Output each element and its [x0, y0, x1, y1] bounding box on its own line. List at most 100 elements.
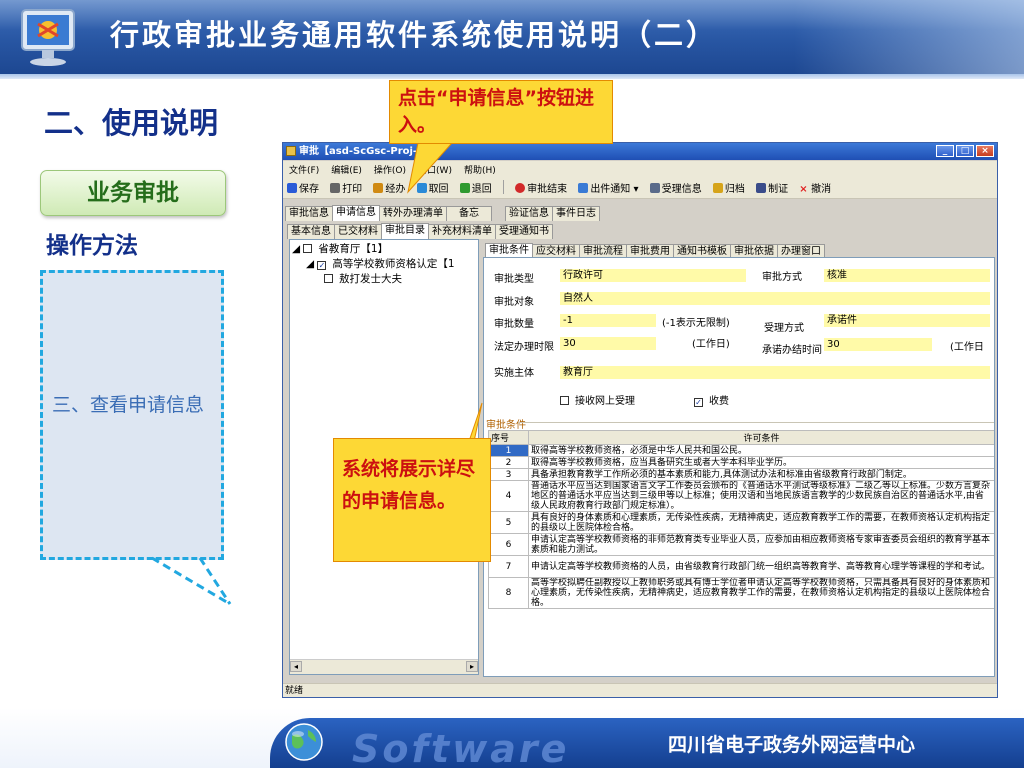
tab-verify-info[interactable]: 验证信息 — [505, 206, 553, 221]
accept-info-button[interactable]: 受理信息 — [646, 176, 706, 195]
online-accept-checkbox[interactable] — [560, 396, 569, 405]
tree-leaf-node[interactable]: 敖打发士大夫 — [292, 272, 455, 287]
save-icon — [287, 183, 297, 193]
archive-button[interactable]: 归档 — [709, 176, 749, 195]
certificate-button[interactable]: 制证 — [752, 176, 792, 195]
tab-acceptance-notice[interactable]: 受理通知书 — [495, 224, 553, 239]
slide-title: 行政审批业务通用软件系统使用说明（二） — [110, 18, 719, 52]
table-row[interactable]: 8 高等学校拟聘任副教授以上教师职务或具有博士学位者申请认定高等学校教师资格，只需… — [488, 577, 994, 609]
promise-time-field[interactable]: 30 — [824, 338, 932, 351]
print-button[interactable]: 打印 — [326, 176, 366, 195]
menu-file[interactable]: 文件(F) — [283, 161, 325, 176]
close-icon[interactable]: × — [976, 145, 994, 157]
approval-count-field[interactable]: -1 — [560, 314, 656, 327]
finish-approval-label: 审批结束 — [527, 184, 568, 195]
tree-leaf-label: 敖打发士大夫 — [339, 273, 402, 285]
row-condition: 申请认定高等学校教师资格的人员，由省级教育行政部门统一组织高等教育学、高等教育心… — [528, 555, 994, 578]
approval-window: 审批【asd-ScGsc-Proj-20 _ □ × 文件(F) 编辑(E) 操作(O)… — [282, 142, 998, 698]
table-row[interactable]: 1 取得高等学校教师资格，必须是中华人民共和国公民。 — [488, 444, 994, 457]
business-approval-pill: 业务审批 — [40, 170, 226, 216]
issue-notice-button[interactable]: 出件通知 ▾ — [574, 176, 642, 195]
tab-supplement-list[interactable]: 补充材料清单 — [428, 224, 496, 239]
row-condition: 取得高等学校教师资格，必须是中华人民共和国公民。 — [528, 444, 994, 457]
legal-time-unit: (工作日) — [692, 339, 730, 350]
scroll-right-icon[interactable]: ▸ — [466, 661, 478, 672]
save-label: 保存 — [299, 184, 319, 195]
notice-icon — [578, 183, 589, 193]
catalog-tree: ◢ 省教育厅【1】 ◢ ✓ 高等学校教师资格认定【1 敖打发士大夫 — [292, 242, 455, 287]
column-header-no[interactable]: 序号 — [488, 430, 529, 445]
tree-horizontal-scrollbar[interactable]: ◂ ▸ — [290, 659, 478, 674]
table-row[interactable]: 5 具有良好的身体素质和心理素质，无传染性疾病，无精神病史，适应教育教学工作的需要… — [488, 511, 994, 534]
table-row[interactable]: 2 取得高等学校教师资格，应当具备研究生或者大学本科毕业学历。 — [488, 456, 994, 469]
row-number: 4 — [488, 480, 529, 512]
archive-label: 归档 — [724, 184, 745, 195]
return-button[interactable]: 退回 — [456, 176, 496, 195]
conditions-group-label: 审批条件 — [486, 420, 526, 431]
online-accept-option[interactable]: 接收网上受理 — [560, 392, 635, 407]
save-button[interactable]: 保存 — [283, 176, 323, 195]
table-row[interactable]: 7 申请认定高等学校教师资格的人员，由省级教育行政部门统一组织高等教育学、高等教育… — [488, 555, 994, 578]
fee-label: 收费 — [709, 396, 729, 407]
tree-root-checkbox[interactable] — [303, 244, 313, 253]
approval-method-field[interactable]: 核准 — [824, 269, 990, 282]
tab-apply-info[interactable]: 申请信息 — [332, 205, 380, 221]
maximize-icon[interactable]: □ — [956, 145, 974, 157]
menu-edit[interactable]: 编辑(E) — [325, 161, 368, 176]
window-title: 审批【asd-ScGsc-Proj-20 — [299, 146, 432, 157]
tab-memo[interactable]: 备忘 — [446, 206, 492, 221]
approval-condition-panel: 审批类型 行政许可 审批方式 核准 审批对象 自然人 审批数量 -1 (-1表示… — [483, 257, 995, 677]
table-row[interactable]: 4 普通话水平应当达到国家语言文字工作委员会颁布的《普通话水平测试等级标准》二级乙… — [488, 480, 994, 512]
callout-detail-info: 系统将展示详尽的申请信息。 — [333, 438, 491, 562]
tab-approval-info[interactable]: 审批信息 — [285, 206, 333, 221]
retrieve-label: 取回 — [428, 184, 449, 195]
window-titlebar[interactable]: 审批【asd-ScGsc-Proj-20 _ □ × — [283, 143, 997, 160]
fee-option[interactable]: ✓ 收费 — [694, 392, 729, 407]
handle-icon — [373, 183, 384, 193]
tree-root-node[interactable]: ◢ 省教育厅【1】 — [292, 242, 455, 257]
online-accept-label: 接收网上受理 — [575, 396, 635, 407]
implementing-body-field[interactable]: 教育厅 — [560, 366, 990, 379]
footer-organization: 四川省电子政务外网运营中心 — [668, 734, 916, 756]
section-title: 二、使用说明 — [44, 106, 219, 140]
tree-child-checkbox[interactable]: ✓ — [317, 261, 327, 270]
scroll-left-icon[interactable]: ◂ — [290, 661, 302, 672]
accept-method-field[interactable]: 承诺件 — [824, 314, 990, 327]
fee-checkbox[interactable]: ✓ — [694, 398, 703, 407]
handle-button[interactable]: 经办 — [369, 176, 409, 195]
menu-operate[interactable]: 操作(O) — [368, 161, 412, 176]
row-condition: 具有良好的身体素质和心理素质，无传染性疾病，无精神病史，适应教育教学工作的需要，… — [528, 511, 994, 534]
tree-child-node[interactable]: ◢ ✓ 高等学校教师资格认定【1 — [292, 257, 455, 272]
note-tail-icon — [151, 556, 232, 606]
legal-time-label: 法定办理时限 — [494, 342, 554, 353]
tab-approval-catalog[interactable]: 审批目录 — [381, 223, 429, 239]
column-header-condition[interactable]: 许可条件 — [528, 430, 994, 445]
table-row[interactable]: 6 申请认定高等学校教师资格的非师范教育类专业毕业人员，应参加由相应教师资格专家审… — [488, 533, 994, 556]
issue-notice-label: 出件通知 — [590, 184, 631, 195]
table-row[interactable]: 3 具备承担教育教学工作所必须的基本素质和能力,具体测试办法和标准由省级教育行政部… — [488, 468, 994, 481]
approval-type-field[interactable]: 行政许可 — [560, 269, 746, 282]
step-note-text: 三、查看申请信息 — [52, 394, 205, 416]
retrieve-button[interactable]: 取回 — [413, 176, 453, 195]
menu-help[interactable]: 帮助(H) — [458, 161, 502, 176]
menu-window[interactable]: 窗口(W) — [412, 161, 458, 176]
tree-leaf-checkbox[interactable] — [324, 274, 333, 283]
tree-child-label: 高等学校教师资格认定【1 — [332, 258, 455, 270]
approval-object-label: 审批对象 — [494, 297, 534, 308]
row-condition: 申请认定高等学校教师资格的非师范教育类专业毕业人员，应参加由相应教师资格专家审查… — [528, 533, 994, 556]
tab-submitted-materials[interactable]: 已交材料 — [334, 224, 382, 239]
stop-icon — [515, 183, 526, 193]
header-divider — [0, 74, 1024, 79]
tab-basic-info[interactable]: 基本信息 — [287, 224, 335, 239]
minimize-icon[interactable]: _ — [936, 145, 954, 157]
implementing-body-label: 实施主体 — [494, 368, 534, 379]
row-number: 2 — [488, 456, 529, 469]
legal-time-field[interactable]: 30 — [560, 337, 656, 350]
tab-event-log[interactable]: 事件日志 — [552, 206, 600, 221]
tab-transfer-list[interactable]: 转外办理清单 — [379, 206, 447, 221]
approval-object-field[interactable]: 自然人 — [560, 292, 990, 305]
window-app-icon — [286, 146, 296, 156]
revoke-button[interactable]: × 撤消 — [795, 176, 835, 195]
main-tabs: 审批信息 申请信息 转外办理清单 备忘 验证信息 事件日志 — [285, 205, 600, 221]
finish-approval-button[interactable]: 审批结束 — [511, 176, 571, 195]
